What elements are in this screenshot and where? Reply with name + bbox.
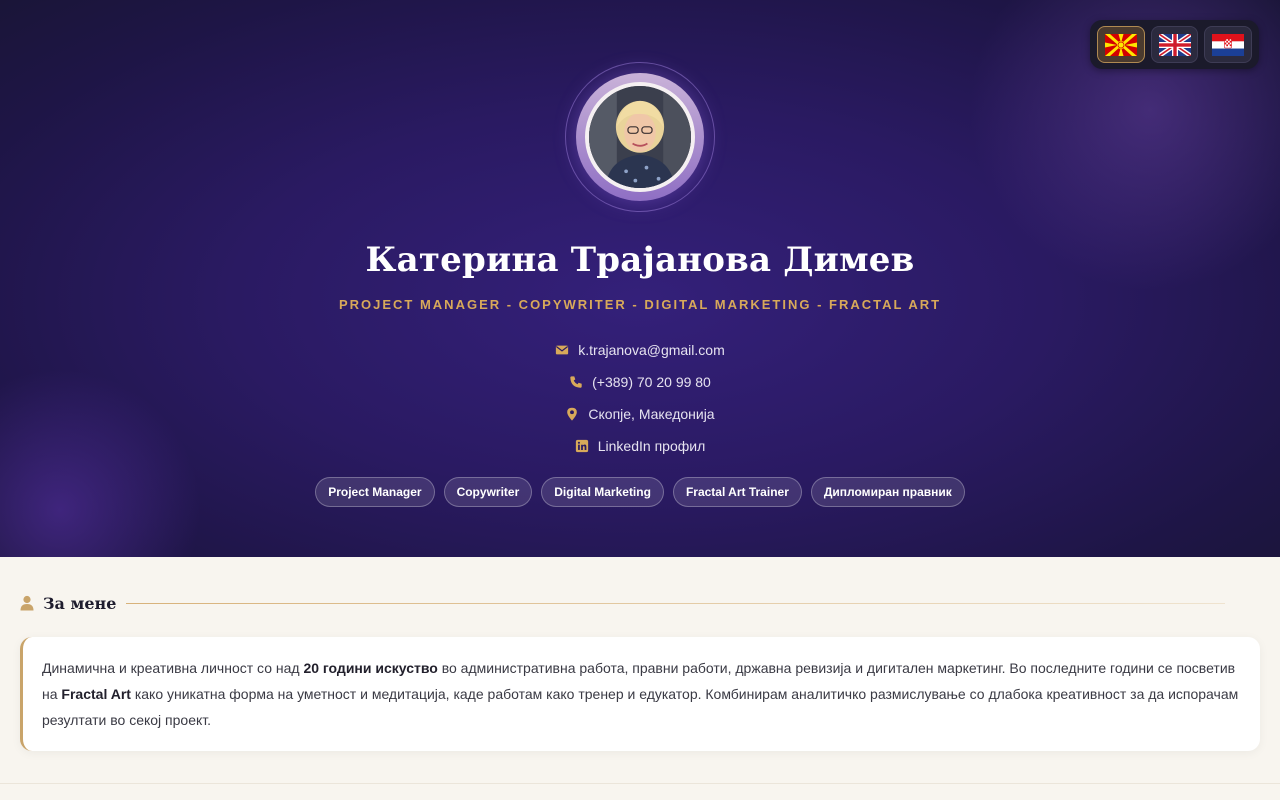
location-text: Скопје, Македонија (588, 406, 715, 422)
linkedin-link[interactable]: LinkedIn профил (598, 438, 705, 454)
contact-list: k.trajanova@gmail.com (+389) 70 20 99 80… (0, 334, 1280, 462)
avatar-outer-ring (565, 62, 715, 212)
about-section: За мене Динамична и креативна личност со… (0, 557, 1280, 800)
contact-email: k.trajanova@gmail.com (0, 334, 1280, 366)
about-text-part: како уникатна форма на уметност и медита… (42, 686, 1239, 728)
profile-photo (589, 86, 691, 188)
tag-digital-marketing: Digital Marketing (541, 477, 664, 507)
contact-phone: (+389) 70 20 99 80 (0, 366, 1280, 398)
user-icon (20, 595, 34, 611)
contact-location: Скопје, Македонија (0, 398, 1280, 430)
language-button-mk[interactable] (1097, 26, 1145, 63)
about-highlight-fractal-art: Fractal Art (61, 686, 131, 702)
avatar-ring (576, 73, 704, 201)
phone-link[interactable]: (+389) 70 20 99 80 (592, 374, 711, 390)
tag-fractal-art-trainer: Fractal Art Trainer (672, 477, 802, 507)
tag-lawyer: Дипломиран правник (810, 477, 965, 507)
avatar (585, 82, 695, 192)
phone-icon (570, 376, 582, 388)
tag-copywriter: Copywriter (443, 477, 533, 507)
uk-flag-icon (1158, 33, 1191, 56)
skill-tags: Project Manager Copywriter Digital Marke… (0, 477, 1280, 507)
about-text-part: Динамична и креативна личност со над (42, 660, 304, 676)
map-pin-icon (567, 407, 578, 421)
tag-project-manager: Project Manager (315, 477, 435, 507)
about-text: Динамична и креативна личност со над 20 … (42, 655, 1240, 733)
about-card: Динамична и креативна личност со над 20 … (20, 637, 1260, 751)
contact-linkedin: LinkedIn профил (0, 430, 1280, 462)
croatia-flag-icon (1212, 33, 1245, 56)
linkedin-icon (575, 439, 588, 453)
profile-name: Катерина Трајанова Димев (365, 240, 915, 280)
macedonia-flag-icon (1104, 33, 1137, 56)
profile-subtitle: PROJECT MANAGER - COPYWRITER - DIGITAL M… (338, 297, 942, 312)
about-header: За мене (20, 591, 1225, 615)
section-divider (126, 602, 1225, 604)
about-highlight-experience: 20 години искуство (303, 660, 438, 676)
section-divider-bottom (0, 783, 1280, 784)
hero-section: Катерина Трајанова Димев PROJECT MANAGER… (0, 0, 1280, 557)
language-button-en[interactable] (1150, 26, 1199, 63)
language-switcher (1090, 20, 1259, 69)
email-link[interactable]: k.trajanova@gmail.com (578, 342, 725, 358)
language-button-hr[interactable] (1204, 26, 1253, 63)
about-title: За мене (43, 593, 117, 613)
envelope-icon (556, 345, 569, 355)
